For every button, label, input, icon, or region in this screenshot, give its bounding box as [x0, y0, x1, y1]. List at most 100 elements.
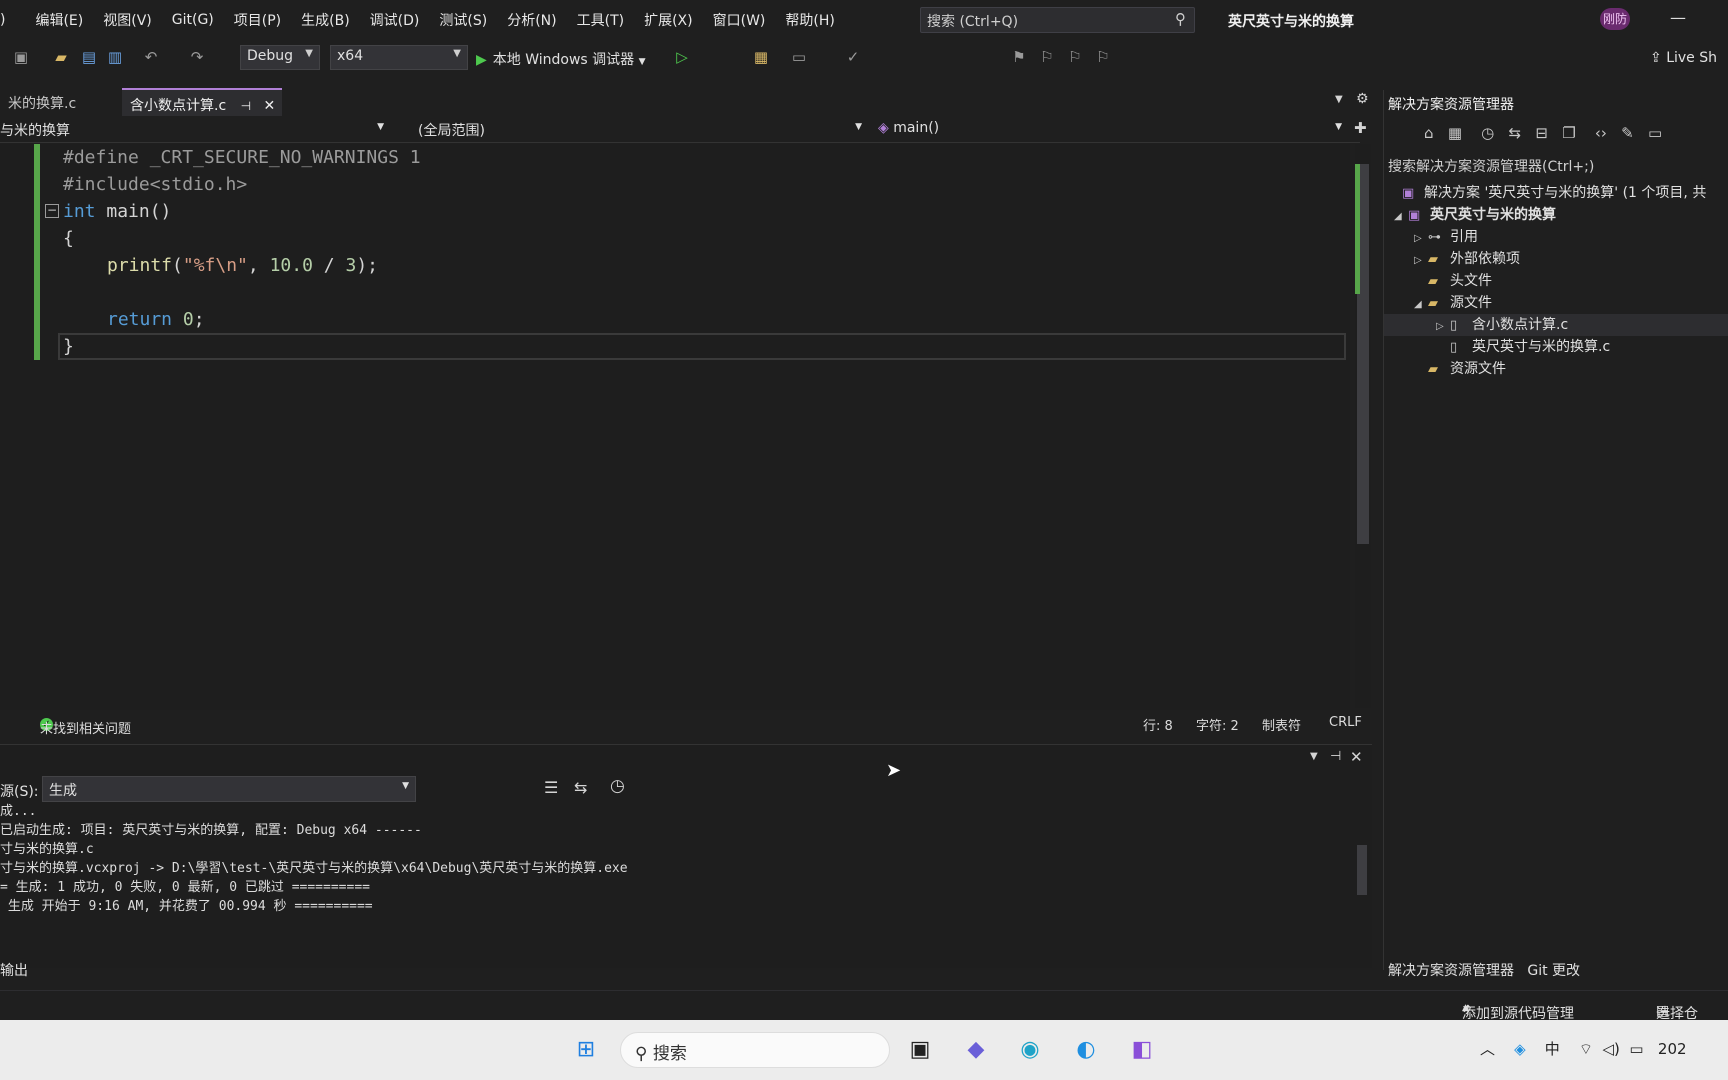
menu-file[interactable]: ) [0, 12, 15, 28]
menu-extensions[interactable]: 扩展(X) [634, 10, 703, 30]
menu-test[interactable]: 测试(S) [429, 10, 497, 30]
menu-git[interactable]: Git(G) [162, 12, 224, 28]
tree-item-header-files[interactable]: ▰ 头文件 [1414, 270, 1492, 292]
view-code-icon[interactable]: ‹› [1595, 124, 1607, 142]
save-all-icon[interactable]: ▥ [106, 48, 124, 66]
copilot-icon[interactable]: ◆ [958, 1032, 994, 1068]
preview-icon[interactable]: ▭ [1648, 124, 1662, 142]
se-search-input[interactable]: 搜索解决方案资源管理器(Ctrl+;) [1388, 156, 1594, 176]
member-dropdown[interactable]: ◈ main() ▼ [878, 120, 1346, 136]
new-project-icon[interactable]: ▣ [12, 48, 30, 66]
chevron-right-icon[interactable]: ▷ [1436, 316, 1450, 338]
collapse-all-icon[interactable]: ⊟ [1535, 124, 1548, 142]
start-without-debugging-icon[interactable]: ▷ [673, 48, 691, 66]
tree-item-file[interactable]: ▯ 英尺英寸与米的换算.c [1450, 336, 1610, 358]
split-editor-icon[interactable]: ✚ [1354, 119, 1367, 137]
wifi-icon[interactable]: ⌔ [1579, 1040, 1593, 1058]
chevron-up-icon[interactable]: ︿ [1480, 1040, 1495, 1058]
expand-icon[interactable]: ◢ [1394, 206, 1408, 228]
project-dropdown[interactable]: 与米的换算 ▼ [0, 120, 388, 140]
close-icon[interactable]: ✕ [264, 98, 276, 114]
tree-item-references[interactable]: ▷ ⊶ 引用 [1414, 226, 1478, 248]
bookmark-icon[interactable]: ⚑ [1010, 48, 1028, 66]
menu-tools[interactable]: 工具(T) [567, 10, 634, 30]
line-ending[interactable]: CRLF [1329, 715, 1362, 730]
live-share-button[interactable]: ⇪ Live Sh [1650, 50, 1717, 66]
security-icon[interactable]: ◈ [1514, 1040, 1526, 1058]
edge-icon[interactable]: ◉ [1012, 1032, 1048, 1068]
gear-icon[interactable]: ⚙ [1356, 91, 1369, 107]
history-icon[interactable]: ◷ [1481, 124, 1494, 142]
pin-icon[interactable]: ⊣ [241, 99, 251, 113]
tab-list-dropdown-icon[interactable]: ▼ [1335, 94, 1343, 105]
word-wrap-icon[interactable]: ⇆ [574, 778, 587, 797]
chevron-right-icon[interactable]: ▷ [1414, 228, 1428, 250]
chevron-right-icon[interactable]: ▷ [1414, 250, 1428, 272]
tab-feet-meter[interactable]: 米的换算.c [0, 88, 120, 116]
layout-icon[interactable]: ▭ [790, 48, 808, 66]
menu-debug[interactable]: 调试(D) [360, 10, 430, 30]
tree-item-selected-file[interactable]: ▷ ▯ 含小数点计算.c [1384, 314, 1728, 336]
bookmark-prev-icon[interactable]: ⚐ [1038, 48, 1056, 66]
menu-edit[interactable]: 编辑(E) [15, 10, 93, 30]
start-button[interactable]: ⊞ [568, 1032, 604, 1068]
configuration-dropdown[interactable]: Debug ▼ [240, 45, 320, 70]
menu-build[interactable]: 生成(B) [291, 10, 360, 30]
tab-decimal-calc[interactable]: 含小数点计算.c ⊣ ✕ [122, 88, 282, 116]
code-editor[interactable]: − #define _CRT_SECURE_NO_WARNINGS 1 #inc… [0, 144, 1350, 710]
minimize-button[interactable]: — [1670, 8, 1686, 27]
tree-item-external-deps[interactable]: ▷ ▰ 外部依赖项 [1414, 248, 1520, 270]
search-input[interactable]: 搜索 (Ctrl+Q) ⚲ [920, 7, 1195, 33]
cursor-char[interactable]: 字符: 2 [1196, 715, 1239, 734]
tab-output[interactable]: 输出 [0, 960, 28, 980]
home-icon[interactable]: ⌂ [1424, 124, 1434, 142]
sync-icon[interactable]: ⇆ [1509, 124, 1522, 142]
platform-dropdown[interactable]: x64 ▼ [330, 45, 468, 70]
menu-view[interactable]: 视图(V) [93, 10, 162, 30]
switch-views-icon[interactable]: ▦ [1448, 124, 1462, 142]
browser-icon[interactable]: ◐ [1068, 1032, 1104, 1068]
visual-studio-icon[interactable]: ◧ [1124, 1032, 1160, 1068]
show-all-files-icon[interactable]: ❐ [1562, 124, 1575, 142]
output-scrollbar[interactable] [1355, 805, 1369, 935]
menu-project[interactable]: 项目(P) [224, 10, 291, 30]
task-view-icon[interactable]: ▣ [902, 1032, 938, 1068]
tab-git-changes[interactable]: Git 更改 [1527, 963, 1580, 979]
project-node[interactable]: ◢ ▣ 英尺英寸与米的换算 [1394, 204, 1556, 226]
clear-all-icon[interactable]: ☰ [544, 778, 558, 797]
clock-text[interactable]: 202 [1658, 1040, 1687, 1058]
avatar[interactable]: 刚防 [1600, 8, 1630, 30]
volume-icon[interactable]: ◁) [1602, 1040, 1619, 1058]
solution-node[interactable]: ▣ 解决方案 '英尺英寸与米的换算' (1 个项目, 共 [1402, 182, 1706, 204]
taskbar-search[interactable]: ⚲ 搜索 [620, 1032, 890, 1068]
save-icon[interactable]: ▤ [80, 48, 98, 66]
cursor-line[interactable]: 行: 8 [1143, 715, 1173, 734]
start-debugging-button[interactable]: ▶ 本地 Windows 调试器 ▼ [476, 49, 646, 69]
battery-icon[interactable]: ▭ [1629, 1040, 1643, 1058]
undo-icon[interactable]: ↶ [142, 48, 160, 66]
expand-icon[interactable]: ◢ [1414, 294, 1428, 316]
clock-icon[interactable]: ◷ [610, 776, 625, 796]
bookmark-next-icon[interactable]: ⚐ [1066, 48, 1084, 66]
pin-icon[interactable]: ⊣ [1330, 749, 1341, 764]
scrollbar-thumb[interactable] [1357, 845, 1367, 895]
scope-dropdown[interactable]: (全局范围) ▼ [418, 120, 866, 140]
indent-mode[interactable]: 制表符 [1262, 715, 1301, 734]
bookmark-clear-icon[interactable]: ⚐ [1094, 48, 1112, 66]
menu-analyze[interactable]: 分析(N) [497, 10, 566, 30]
close-icon[interactable]: ✕ [1350, 748, 1363, 766]
collapse-icon[interactable]: − [45, 204, 59, 218]
spell-check-icon[interactable]: ✓ [844, 48, 862, 66]
menu-window[interactable]: 窗口(W) [703, 10, 776, 30]
output-source-dropdown[interactable]: 生成 ▼ [42, 776, 416, 802]
open-folder-icon[interactable]: ▰ [52, 48, 70, 66]
tree-item-resource-files[interactable]: ▰ 资源文件 [1414, 358, 1506, 380]
tab-solution-explorer[interactable]: 解决方案资源管理器 [1388, 963, 1514, 979]
menu-help[interactable]: 帮助(H) [775, 10, 844, 30]
browse-icon[interactable]: ▦ [752, 48, 770, 66]
editor-scrollbar[interactable] [1355, 144, 1371, 708]
dropdown-icon[interactable]: ▼ [1310, 751, 1318, 762]
tree-item-source-files[interactable]: ◢ ▰ 源文件 [1414, 292, 1492, 314]
properties-icon[interactable]: ✎ [1621, 124, 1634, 142]
redo-icon[interactable]: ↷ [188, 48, 206, 66]
